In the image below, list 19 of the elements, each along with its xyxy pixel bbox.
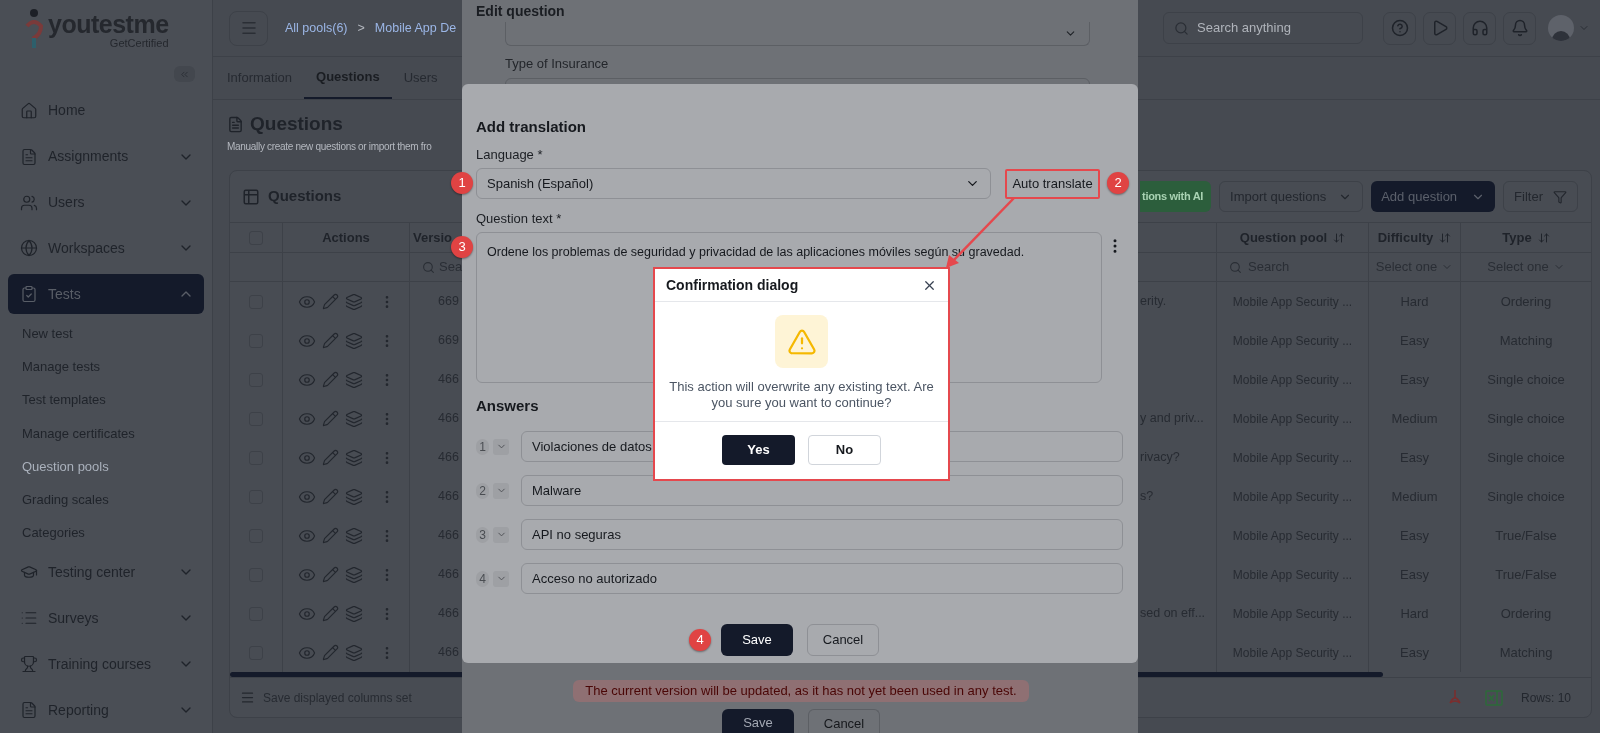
- callout-number: 3: [451, 236, 473, 258]
- modal-title: Add translation: [476, 117, 586, 137]
- breadcrumb-separator: >: [357, 19, 365, 37]
- field-label: Type of Insurance: [505, 55, 609, 73]
- callout-number: 2: [1107, 172, 1129, 194]
- answer-number: 1: [476, 438, 489, 455]
- field-label: Language *: [476, 146, 543, 164]
- answer-number: 3: [476, 526, 489, 543]
- callout-number: 4: [689, 629, 711, 651]
- section-title: Answers: [476, 396, 539, 416]
- modal-title: Edit question: [476, 2, 565, 21]
- answer-number: 4: [476, 570, 489, 587]
- field-label: Question text *: [476, 210, 562, 228]
- warning-message: The current version will be updated, as it has not yet been used in any test.: [573, 680, 1029, 702]
- answer-number: 2: [476, 482, 489, 499]
- page-subtitle: Manually create new questions or import them fro: [227, 140, 432, 154]
- callout-number: 1: [451, 172, 473, 194]
- dialog-message: This action will overwrite any existing text. Are you sure you want to continue?: [668, 379, 935, 411]
- dialog-title: Confirmation dialog: [666, 275, 800, 295]
